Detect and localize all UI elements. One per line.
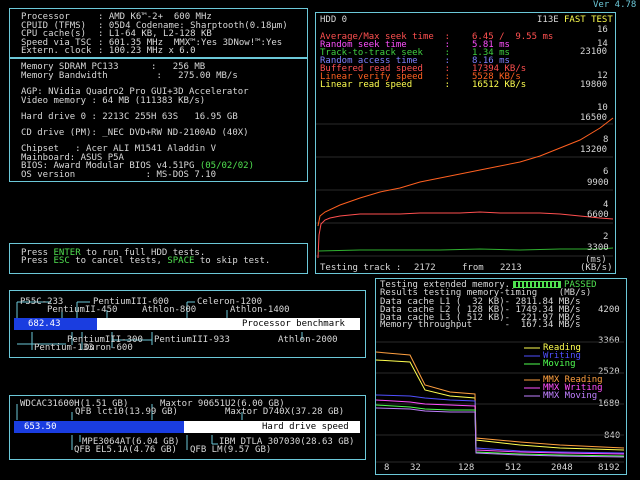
hdd-bench-bar-track: 653.50 Hard drive speed [14, 421, 360, 433]
hdd-label-qfb-lm: QFB LM(9.57 GB) [190, 445, 272, 455]
hdd-label-maxtor-d740x: Maxtor D740X(37.28 GB) [225, 407, 345, 417]
hdd-label-qfb-el51a: QFB EL5.1A(4.76 GB) [74, 445, 177, 455]
hdd-bench-value: 653.50 [24, 422, 57, 432]
hdd-label-qfb-lct10: QFB lct10(13.99 GB) [75, 407, 178, 417]
screen: Ver 4.78 Processor : AMD K6™-2+ 600 MHz … [0, 0, 640, 480]
hdd-bench-label: Hard drive speed [262, 422, 349, 432]
